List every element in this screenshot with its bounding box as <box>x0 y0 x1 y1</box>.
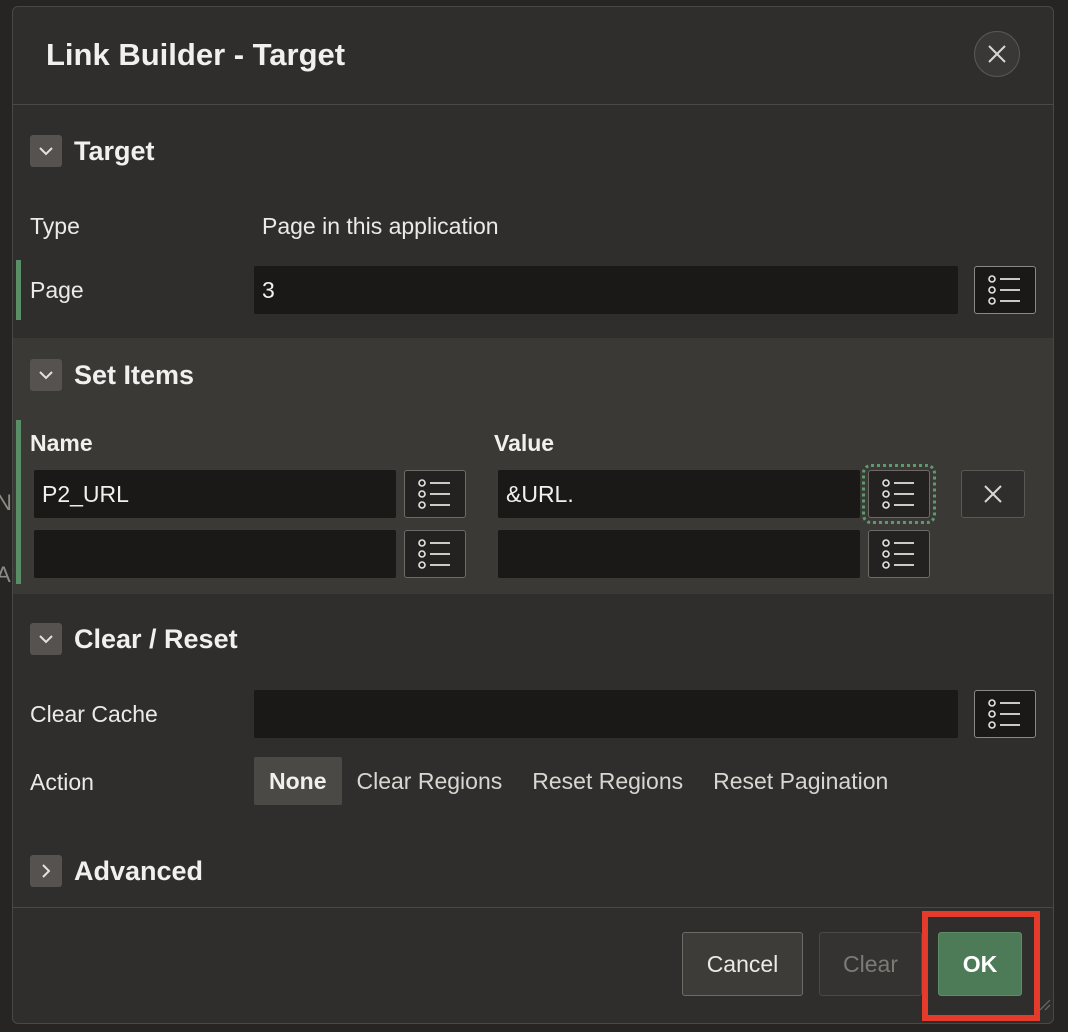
background-fragment: N <box>0 490 12 515</box>
action-option-reset-pagination[interactable]: Reset Pagination <box>698 757 903 805</box>
chevron-down-icon <box>30 135 62 167</box>
target-section-toggle[interactable]: Target <box>30 133 155 169</box>
dialog-header: Link Builder - Target <box>13 7 1053 105</box>
value-column-header: Value <box>494 430 555 456</box>
set-items-section-toggle[interactable]: Set Items <box>30 357 194 393</box>
close-icon <box>984 485 1002 503</box>
action-label: Action <box>30 769 94 795</box>
dialog-title: Link Builder - Target <box>46 37 346 72</box>
chevron-down-icon <box>30 623 62 655</box>
target-section-title: Target <box>74 135 155 166</box>
item-name-list-button[interactable] <box>404 530 466 578</box>
list-icon <box>988 699 1020 729</box>
clear-cache-label: Clear Cache <box>30 701 158 727</box>
advanced-section-toggle[interactable]: Advanced <box>30 853 203 889</box>
close-icon <box>988 45 1006 63</box>
advanced-section-title: Advanced <box>74 855 204 886</box>
item-value-input[interactable] <box>498 530 860 578</box>
remove-row-button[interactable] <box>961 470 1025 518</box>
page-list-button[interactable] <box>974 266 1036 314</box>
clear-cache-list-button[interactable] <box>974 690 1036 738</box>
page-input[interactable]: 3 <box>254 266 958 314</box>
list-icon <box>418 479 450 509</box>
link-builder-dialog: Link Builder - Target Target Type Page i… <box>12 6 1054 1024</box>
close-button[interactable] <box>974 31 1020 77</box>
item-value-list-button[interactable] <box>862 464 936 524</box>
action-radio-group: None Clear Regions Reset Regions Reset P… <box>254 757 903 805</box>
cancel-button[interactable]: Cancel <box>682 932 803 996</box>
list-icon <box>882 539 914 569</box>
action-option-clear-regions[interactable]: Clear Regions <box>342 757 518 805</box>
list-icon <box>418 539 450 569</box>
type-value: Page in this application <box>262 213 499 239</box>
item-value-input[interactable]: &URL. <box>498 470 860 518</box>
clear-reset-section-toggle[interactable]: Clear / Reset <box>30 621 238 657</box>
name-column-header: Name <box>30 430 93 456</box>
page-label: Page <box>30 277 84 303</box>
item-name-input[interactable] <box>34 530 396 578</box>
action-option-none[interactable]: None <box>254 757 342 805</box>
chevron-down-icon <box>30 359 62 391</box>
ok-highlight-annotation <box>922 911 1040 1021</box>
background-fragment: A <box>0 562 11 587</box>
required-indicator <box>16 260 21 320</box>
type-label: Type <box>30 213 80 239</box>
action-option-reset-regions[interactable]: Reset Regions <box>517 757 698 805</box>
list-icon <box>988 275 1020 305</box>
required-indicator <box>16 420 21 584</box>
item-name-list-button[interactable] <box>404 470 466 518</box>
list-icon <box>882 479 914 509</box>
item-value-list-button[interactable] <box>868 530 930 578</box>
clear-reset-section-title: Clear / Reset <box>74 623 238 654</box>
chevron-right-icon <box>30 855 62 887</box>
set-items-section-title: Set Items <box>74 359 195 390</box>
clear-button[interactable]: Clear <box>819 932 922 996</box>
clear-cache-input[interactable] <box>254 690 958 738</box>
item-name-input[interactable]: P2_URL <box>34 470 396 518</box>
